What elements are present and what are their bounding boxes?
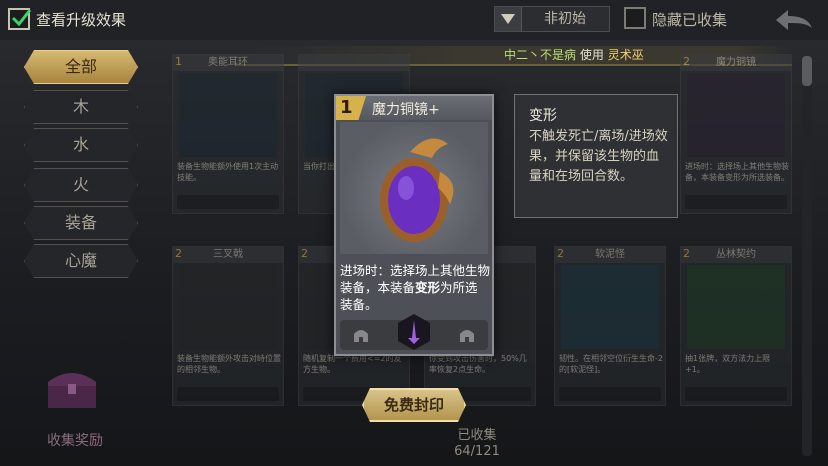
banner-use: 使用 xyxy=(579,48,604,62)
trident-art-icon xyxy=(179,265,277,349)
category-all[interactable]: 全部 xyxy=(24,50,138,84)
card-footer xyxy=(177,387,279,401)
banner-text: 中二丶不是病 使用 灵术巫 xyxy=(504,46,644,63)
card-description: 进场时：选择场上其他生物装备，本装备变形为所选装备。 xyxy=(340,262,490,313)
dropdown-arrow-icon[interactable] xyxy=(495,7,522,31)
card-name: 奥能耳环 xyxy=(173,55,283,71)
banner-player: 中二丶不是病 xyxy=(504,48,577,62)
sort-value: 非初始 xyxy=(544,11,586,27)
reward-chest-icon[interactable] xyxy=(42,362,102,412)
card-name: 三叉戟 xyxy=(173,247,283,263)
category-demon[interactable]: 心魔 xyxy=(24,244,138,278)
card-name: 魔力铜镜+ xyxy=(372,102,440,118)
upgrade-checkbox[interactable] xyxy=(8,8,31,30)
card-desc: 你受到攻击伤害时，50%几率恢复2点生命。 xyxy=(429,354,527,374)
keyword-tooltip: 变形 不触发死亡/离场/进场效果，并保留该生物的血量和在场回合数。 xyxy=(514,94,678,218)
top-bar: 查看升级效果 非初始 隐藏已收集 xyxy=(0,0,828,40)
card-name xyxy=(299,55,409,71)
card-cost: 2 xyxy=(683,55,690,68)
tooltip-body: 不触发死亡/离场/进场效果，并保留该生物的血量和在场回合数。 xyxy=(529,129,668,184)
jungle-art-icon xyxy=(687,265,785,349)
scrollbar-thumb[interactable] xyxy=(802,56,812,86)
card-desc: 抽1张牌，双方法力上限+1。 xyxy=(685,354,771,374)
collection-count: 64/121 xyxy=(454,444,500,459)
free-seal-button[interactable]: 免费封印 xyxy=(362,388,466,422)
banner-hero: 灵术巫 xyxy=(607,48,644,62)
mirror-art-icon xyxy=(687,73,785,157)
card-cost: 2 xyxy=(557,247,564,260)
category-fire[interactable]: 火 xyxy=(24,168,138,202)
card-cost: 1 xyxy=(340,97,353,118)
focused-card: 1 魔力铜镜+ 进场时：选择场上其他生物装备，本装备变形为所选装备。 xyxy=(334,94,494,356)
upgrade-label[interactable]: 查看升级效果 xyxy=(36,9,126,30)
scrollbar[interactable] xyxy=(802,56,812,456)
card-desc: 装备生物能额外使用1次主动技能。 xyxy=(177,162,279,182)
card-name: 魔力铜镜 xyxy=(681,55,791,71)
card-cost: 2 xyxy=(301,247,308,260)
card-slime[interactable]: 软泥怪 2 韧性。在相邻空位衍生生命-2的[软泥怪]。 xyxy=(554,246,666,406)
hide-collected-label[interactable]: 隐藏已收集 xyxy=(652,9,727,30)
slime-art-icon xyxy=(561,265,659,349)
card-desc: 韧性。在相邻空位衍生生命-2的[软泥怪]。 xyxy=(559,354,663,374)
card-trident[interactable]: 三叉戟 2 装备生物能额外攻击对峙位置的相邻生物。 xyxy=(172,246,284,406)
category-water[interactable]: 水 xyxy=(24,128,138,162)
card-cost: 2 xyxy=(175,247,182,260)
helmet-icon xyxy=(350,328,372,344)
card-desc: 装备生物能额外攻击对峙位置的相邻生物。 xyxy=(177,354,281,374)
category-wood[interactable]: 木 xyxy=(24,90,138,124)
back-button[interactable] xyxy=(772,6,816,34)
collection-label: 已收集 xyxy=(457,428,497,443)
sort-dropdown[interactable]: 非初始 xyxy=(494,6,610,32)
card-footer xyxy=(559,387,661,401)
card-earring[interactable]: 奥能耳环 1 装备生物能额外使用1次主动技能。 xyxy=(172,54,284,214)
card-footer xyxy=(685,195,787,209)
mirror-art-icon xyxy=(340,122,488,254)
card-desc: 进场时：选择场上其他生物装备，本装备变形为所选装备。 xyxy=(685,162,789,182)
card-mirror[interactable]: 魔力铜镜 2 进场时：选择场上其他生物装备，本装备变形为所选装备。 xyxy=(680,54,792,214)
card-jungle-pact[interactable]: 丛林契约 2 抽1张牌，双方法力上限+1。 xyxy=(680,246,792,406)
card-name: 丛林契约 xyxy=(681,247,791,263)
checkmark-icon xyxy=(11,9,31,27)
card-cost: 1 xyxy=(175,55,182,68)
card-cost: 2 xyxy=(683,247,690,260)
desc-keyword[interactable]: 变形 xyxy=(415,280,440,295)
card-footer xyxy=(685,387,787,401)
category-equipment[interactable]: 装备 xyxy=(24,206,138,240)
earring-art-icon xyxy=(179,73,277,157)
hide-collected-checkbox[interactable] xyxy=(624,7,646,29)
reward-label[interactable]: 收集奖励 xyxy=(30,430,120,450)
collection-counter: 已收集 64/121 xyxy=(432,428,522,460)
tooltip-title: 变形 xyxy=(529,108,557,124)
helmet-icon xyxy=(456,328,478,344)
card-footer xyxy=(177,195,279,209)
back-arrow-icon xyxy=(776,10,812,30)
card-name: 软泥怪 xyxy=(555,247,665,263)
card-desc: 随机复制一个费用<=2的友方生物。 xyxy=(303,354,402,374)
